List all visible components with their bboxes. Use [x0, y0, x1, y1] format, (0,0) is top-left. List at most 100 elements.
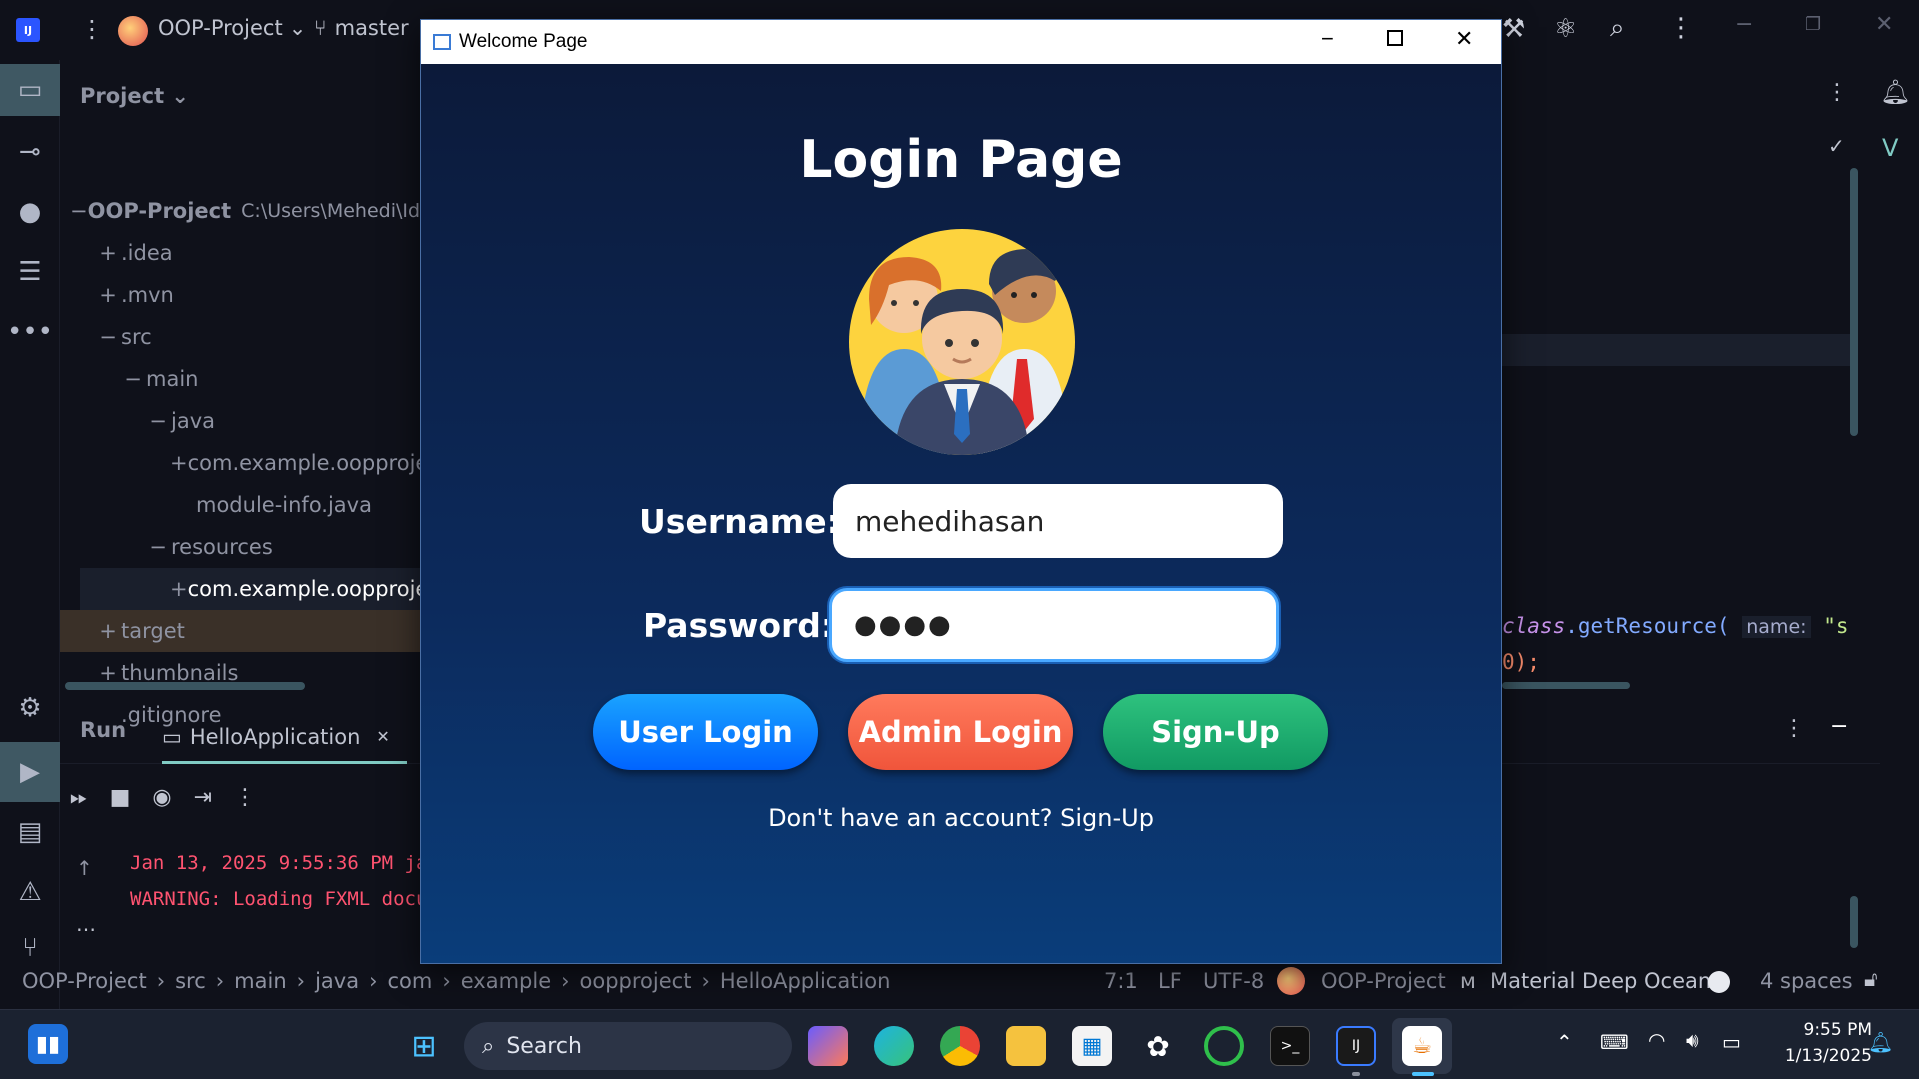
tree-scrollbar[interactable]	[65, 682, 305, 690]
expand-icon[interactable]: +	[170, 577, 188, 601]
username-field[interactable]: mehedihasan	[833, 484, 1283, 558]
volume-icon[interactable]: 🔊︎	[1686, 1028, 1699, 1052]
run-tool-icon[interactable]: ▶	[0, 742, 60, 802]
notification-bell-icon[interactable]: 🔔︎	[1868, 1030, 1893, 1054]
caret-position[interactable]: 7:1	[1104, 969, 1138, 993]
editor-h-scrollbar[interactable]	[1502, 682, 1630, 689]
tree-item[interactable]: module-info.java	[60, 484, 420, 526]
project-tool-icon[interactable]: ▭	[0, 64, 60, 116]
settings-icon[interactable]: ⚙	[0, 682, 60, 734]
collapse-icon[interactable]: −	[145, 535, 171, 559]
main-menu-icon[interactable]: ⋮	[80, 15, 104, 43]
lock-icon[interactable]: 🔓︎	[1864, 967, 1878, 992]
exit-icon[interactable]: ⇥	[194, 785, 212, 810]
admin-login-button[interactable]: Admin Login	[848, 694, 1073, 770]
breadcrumb-item[interactable]: com	[387, 969, 432, 993]
signup-link[interactable]: Don't have an account? Sign-Up	[421, 804, 1501, 832]
rerun-icon[interactable]: ⏩︎	[70, 785, 88, 810]
tree-item[interactable]: − OOP-Project C:\Users\Mehedi\Ide	[60, 190, 420, 232]
window-minimize-icon[interactable]: −	[1321, 26, 1334, 52]
edge-icon[interactable]	[874, 1026, 914, 1066]
database-icon[interactable]: ☰	[0, 246, 60, 298]
tree-item[interactable]: − main	[60, 358, 420, 400]
keyboard-icon[interactable]: ⌨	[1600, 1030, 1629, 1054]
status-indent[interactable]: 4 spaces	[1760, 969, 1853, 993]
collapse-icon[interactable]: −	[70, 199, 88, 223]
commit-icon[interactable]: ⊸	[0, 126, 60, 178]
more-options-icon[interactable]: ⋮	[1668, 13, 1694, 43]
scroll-up-icon[interactable]: ↑	[76, 856, 93, 880]
more-tools-icon[interactable]: •••	[0, 306, 60, 358]
tree-item[interactable]: + .idea	[60, 232, 420, 274]
project-selector[interactable]: OOP-Project ⌄	[158, 16, 306, 40]
wifi-icon[interactable]: ◠	[1648, 1028, 1665, 1052]
chatgpt-icon[interactable]: ✿	[1138, 1026, 1178, 1066]
tree-item[interactable]: + target	[60, 610, 420, 652]
collapse-icon[interactable]: −	[145, 409, 171, 433]
intellij-taskbar-icon[interactable]: IJ	[1336, 1026, 1376, 1066]
terminal-app-icon[interactable]: >_	[1270, 1026, 1310, 1066]
status-project[interactable]: OOP-Project	[1321, 969, 1446, 993]
expand-icon[interactable]: +	[95, 283, 121, 307]
breadcrumb-item[interactable]: src	[175, 969, 206, 993]
battery-icon[interactable]: ▭	[1722, 1030, 1741, 1054]
minimize-icon[interactable]: −	[1735, 12, 1753, 37]
editor-options-icon[interactable]: ⋮	[1826, 80, 1848, 105]
taskbar-search[interactable]: ⌕ Search	[464, 1022, 792, 1070]
ai-assistant-icon[interactable]: ⚛	[1554, 14, 1577, 44]
signup-button[interactable]: Sign-Up	[1103, 694, 1328, 770]
github-icon[interactable]: ●	[0, 186, 60, 238]
clock-date[interactable]: 1/13/2025	[1764, 1046, 1872, 1066]
tree-item[interactable]: − resources	[60, 526, 420, 568]
tray-chevron-icon[interactable]: ⌃	[1556, 1030, 1573, 1054]
breadcrumb-item[interactable]: OOP-Project	[22, 969, 147, 993]
widgets-icon[interactable]: ▮▮	[28, 1024, 68, 1064]
run-tab[interactable]: ▭ HelloApplication ✕	[162, 712, 407, 764]
breadcrumb-item[interactable]: example	[461, 969, 551, 993]
screenshot-icon[interactable]: ◉	[152, 785, 171, 810]
hide-panel-icon[interactable]: −	[1830, 714, 1848, 739]
tree-item[interactable]: +com.example.oopproject	[60, 442, 420, 484]
loading-app-icon[interactable]	[1204, 1026, 1244, 1066]
file-explorer-icon[interactable]	[1006, 1026, 1046, 1066]
file-encoding[interactable]: UTF-8	[1203, 969, 1264, 993]
expand-icon[interactable]: +	[95, 619, 121, 643]
breadcrumb-item[interactable]: main	[234, 969, 286, 993]
restore-icon[interactable]: ❐	[1805, 14, 1821, 35]
console-scrollbar[interactable]	[1850, 896, 1858, 948]
console-more-icon[interactable]: …	[76, 912, 96, 936]
window-maximize-icon[interactable]	[1387, 30, 1403, 46]
project-panel-title[interactable]: Project ⌄	[80, 84, 189, 108]
tree-item[interactable]: − java	[60, 400, 420, 442]
tree-item[interactable]: − src	[60, 316, 420, 358]
editor-scrollbar[interactable]	[1850, 168, 1858, 436]
collapse-icon[interactable]: −	[95, 325, 121, 349]
build-icon[interactable]: ⚒	[1502, 14, 1525, 44]
tree-item[interactable]: + .mvn	[60, 274, 420, 316]
intellij-logo-icon[interactable]: IJ	[16, 18, 40, 42]
expand-icon[interactable]: +	[170, 451, 188, 475]
search-icon[interactable]: ⌕	[1610, 13, 1625, 44]
terminal-icon[interactable]: ▤	[0, 806, 60, 858]
breadcrumb-item[interactable]: oopproject	[580, 969, 692, 993]
notifications-icon[interactable]: 🔔︎	[1880, 78, 1910, 106]
clock-time[interactable]: 9:55 PM	[1772, 1020, 1873, 1040]
stop-icon[interactable]: ■	[110, 785, 131, 810]
problems-icon[interactable]: ⚠	[0, 866, 60, 918]
expand-icon[interactable]: +	[95, 241, 121, 265]
close-icon[interactable]: ✕	[1875, 12, 1893, 37]
tree-item[interactable]: +com.example.oopproject	[80, 568, 440, 610]
copilot-icon[interactable]	[808, 1026, 848, 1066]
run-panel-options-icon[interactable]: ⋮	[1783, 716, 1805, 741]
breadcrumb-item[interactable]: java	[315, 969, 359, 993]
collapse-icon[interactable]: −	[120, 367, 146, 391]
run-more-icon[interactable]: ⋮	[234, 785, 256, 810]
password-field[interactable]: ●●●●	[829, 588, 1279, 662]
line-separator[interactable]: LF	[1158, 969, 1182, 993]
chrome-icon[interactable]	[940, 1026, 980, 1066]
breadcrumb-item[interactable]: HelloApplication	[720, 969, 891, 993]
close-tab-icon[interactable]: ✕	[376, 727, 389, 746]
user-login-button[interactable]: User Login	[593, 694, 818, 770]
window-close-icon[interactable]: ✕	[1455, 26, 1473, 52]
status-theme[interactable]: Material Deep Ocean	[1490, 969, 1711, 993]
